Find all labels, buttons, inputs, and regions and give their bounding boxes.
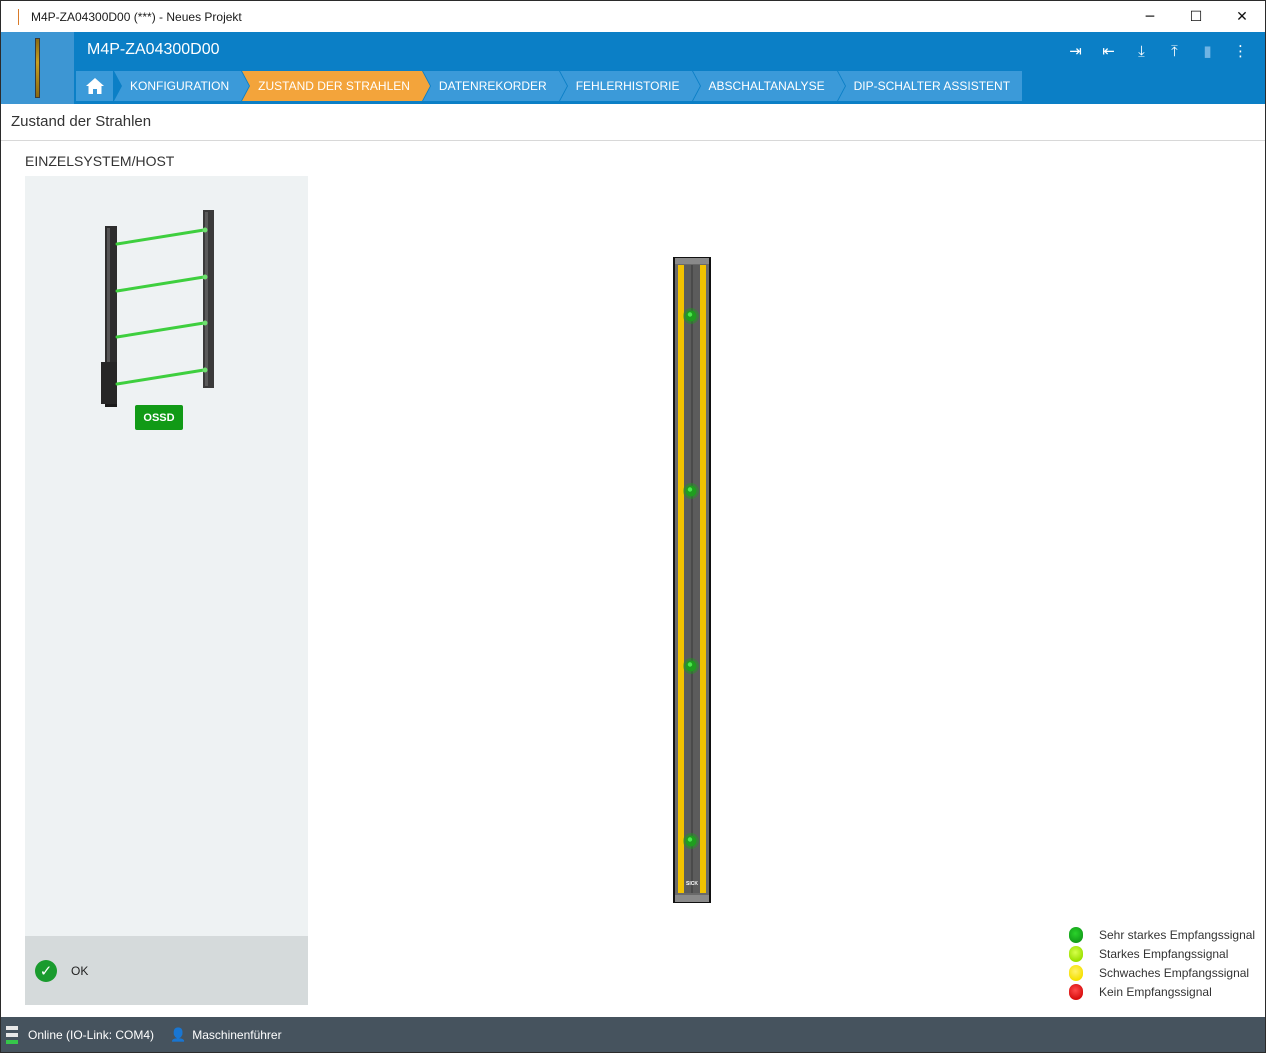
tab-label: DATENREKORDER (438, 79, 547, 93)
tab-label: DIP-SCHALTER ASSISTENT (853, 79, 1011, 93)
system-panel (25, 176, 308, 936)
page-header: Zustand der Strahlen (1, 104, 1265, 141)
legend-label: Starkes Empfangssignal (1099, 946, 1229, 961)
device-title: M4P-ZA04300D00 (87, 41, 220, 58)
tab-chevron (421, 71, 430, 101)
signal-legend: Sehr starkes Empfangssignal Starkes Empf… (1069, 925, 1255, 1001)
maximize-button[interactable]: ☐ (1173, 1, 1219, 32)
beam-highlight (687, 487, 693, 492)
beam-highlight (687, 662, 693, 667)
upload-icon[interactable]: ⤒ (1158, 40, 1191, 62)
more-icon[interactable]: ⋮ (1224, 40, 1257, 62)
app-icon (18, 8, 19, 25)
tab-separator (114, 71, 122, 101)
beam-state-view: SICK (673, 257, 711, 908)
legend-item: Schwaches Empfangssignal (1069, 963, 1255, 982)
tab-label: FEHLERHISTORIE (575, 79, 680, 93)
window-titlebar: M4P-ZA04300D00 (***) - Neues Projekt ─ ☐… (1, 1, 1265, 32)
close-button[interactable]: ✕ (1219, 1, 1265, 32)
download-icon[interactable]: ⤓ (1125, 40, 1158, 62)
tab-chevron (558, 71, 567, 101)
device-icon[interactable]: ▮ (1191, 40, 1224, 62)
brand-logo: SICK (686, 881, 698, 887)
legend-color-icon (1069, 926, 1083, 943)
check-circle-icon: ✓ (35, 959, 57, 982)
tab-fehlerhistorie[interactable]: FEHLERHISTORIE (559, 71, 700, 101)
legend-item: Starkes Empfangssignal (1069, 944, 1255, 963)
legend-color-icon (1069, 983, 1083, 1000)
user-icon: 👤 (170, 1027, 187, 1043)
tab-label: ZUSTAND DER STRAHLEN (258, 79, 410, 93)
status-text: OK (71, 963, 89, 978)
tab-abschaltanalyse[interactable]: ABSCHALTANALYSE (692, 71, 845, 101)
legend-label: Sehr starkes Empfangssignal (1099, 927, 1256, 942)
status-bar: Online (IO-Link: COM4) 👤 Maschinenführer (1, 1017, 1265, 1052)
legend-label: Kein Empfangssignal (1099, 984, 1212, 999)
breadcrumb-nav: KONFIGURATION ZUSTAND DER STRAHLEN DATEN… (76, 71, 1023, 101)
logout-icon[interactable]: ⇤ (1092, 40, 1125, 62)
light-curtain-system-illustration[interactable] (25, 176, 308, 416)
legend-color-icon (1069, 945, 1083, 962)
section-title: EINZELSYSTEM/HOST (25, 153, 175, 169)
beam-highlight (687, 312, 693, 317)
connection-icon (6, 1026, 18, 1044)
tab-dip-schalter-assistent[interactable]: DIP-SCHALTER ASSISTENT (837, 71, 1023, 101)
app-header: M4P-ZA04300D00 ⇥ ⇤ ⤓ ⤒ ▮ ⋮ KONFIGURATION (1, 32, 1265, 104)
light-curtain-device[interactable]: SICK (673, 257, 711, 903)
connection-status[interactable]: Online (IO-Link: COM4) (28, 1028, 154, 1042)
window-controls: ─ ☐ ✕ (1127, 1, 1265, 32)
ossd-badge: OSSD (135, 405, 183, 430)
legend-label: Schwaches Empfangssignal (1099, 965, 1250, 980)
device-thumbnail[interactable] (1, 32, 74, 104)
light-curtain-thumbnail-icon (35, 38, 40, 98)
tab-label: KONFIGURATION (130, 79, 230, 93)
page-title: Zustand der Strahlen (11, 113, 152, 130)
tab-datenrekorder[interactable]: DATENREKORDER (422, 71, 567, 101)
login-icon[interactable]: ⇥ (1059, 40, 1092, 62)
status-panel: ✓ OK (25, 936, 308, 1005)
home-button[interactable] (76, 71, 113, 101)
header-toolbar: ⇥ ⇤ ⤓ ⤒ ▮ ⋮ (1059, 40, 1257, 62)
tab-zustand-der-strahlen[interactable]: ZUSTAND DER STRAHLEN (242, 71, 430, 101)
tab-chevron (241, 71, 250, 101)
beam-highlight (687, 837, 693, 842)
legend-item: Kein Empfangssignal (1069, 982, 1255, 1001)
legend-color-icon (1069, 964, 1083, 981)
tab-chevron (836, 71, 845, 101)
tab-konfiguration[interactable]: KONFIGURATION (114, 71, 250, 101)
app-window: M4P-ZA04300D00 (***) - Neues Projekt ─ ☐… (0, 0, 1266, 1053)
window-title: M4P-ZA04300D00 (***) - Neues Projekt (31, 9, 242, 24)
legend-item: Sehr starkes Empfangssignal (1069, 925, 1255, 944)
minimize-button[interactable]: ─ (1127, 1, 1173, 32)
tab-label: ABSCHALTANALYSE (708, 79, 825, 93)
tab-chevron (691, 71, 700, 101)
user-role[interactable]: Maschinenführer (192, 1028, 281, 1042)
home-icon (85, 78, 104, 94)
